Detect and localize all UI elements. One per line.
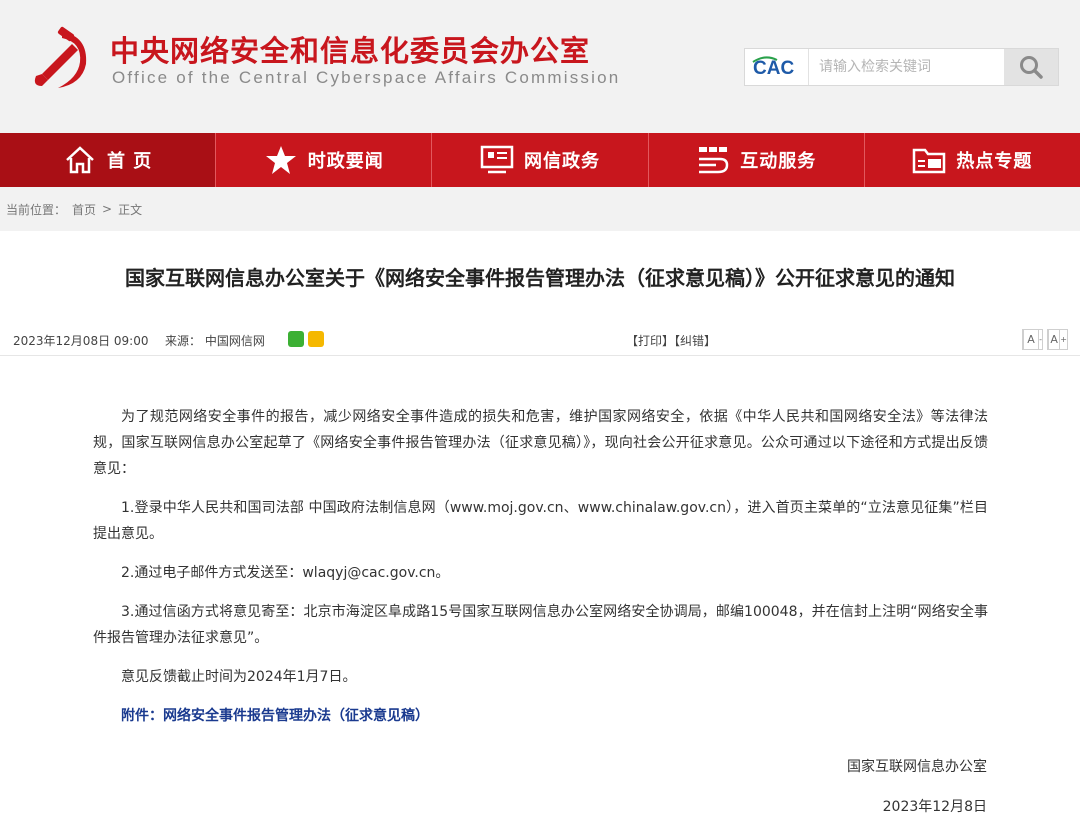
search-icon: [1020, 56, 1043, 79]
wechat-icon[interactable]: [288, 331, 304, 347]
site-header: 中央网络安全和信息化委员会办公室 Office of the Central C…: [0, 0, 1080, 133]
nav-item-label: 热点专题: [956, 151, 1033, 172]
breadcrumb-home-link[interactable]: 首页: [72, 201, 96, 218]
nav-item-news[interactable]: 时政要闻: [215, 133, 431, 187]
paragraph: 为了规范网络安全事件的报告，减少网络安全事件造成的损失和危害，维护国家网络安全，…: [93, 409, 988, 477]
paragraph: 2.通过电子邮件方式发送至：wlaqyj@cac.gov.cn。: [121, 565, 450, 581]
home-icon: [63, 143, 97, 177]
attachment-link[interactable]: 附件：网络安全事件报告管理办法（征求意见稿）: [93, 703, 988, 729]
cac-logo: CAC: [745, 49, 809, 85]
font-size-controls: A- A +: [1022, 329, 1068, 350]
article-body: 为了规范网络安全事件的报告，减少网络安全事件造成的损失和危害，维护国家网络安全，…: [93, 404, 988, 742]
search-box: CAC: [744, 48, 1059, 86]
article-date: 2023年12月08日 09:00: [13, 334, 149, 348]
svg-text:CAC: CAC: [753, 58, 794, 78]
nav-item-label: 网信政务: [524, 151, 600, 172]
monitor-icon: [480, 143, 514, 177]
breadcrumb-current: 正文: [118, 202, 143, 217]
nav-item-services[interactable]: 互动服务: [647, 133, 864, 187]
site-title-en: Office of the Central Cyberspace Affairs…: [112, 68, 621, 87]
share-icons: [288, 331, 324, 347]
source-label: 来源：: [165, 334, 202, 348]
signature: 国家互联网信息办公室: [847, 759, 987, 775]
paragraph: 意见反馈截止时间为2024年1月7日。: [121, 669, 357, 685]
cac-logo-icon: CAC: [751, 56, 794, 78]
paragraph: 3.通过信函方式将意见寄至：北京市海淀区阜成路15号国家互联网信息办公室网络安全…: [93, 604, 988, 646]
handshake-icon: [696, 143, 730, 177]
article-meta: 2023年12月08日 09:00 来源： 中国网信网 【打印】【纠错】 A- …: [0, 322, 1080, 356]
site-title-cn: 中央网络安全和信息化委员会办公室: [110, 34, 591, 68]
nav-item-topics[interactable]: 热点专题: [863, 133, 1080, 187]
article-title: 国家互联网信息办公室关于《网络安全事件报告管理办法（征求意见稿）》公开征求意见的…: [125, 266, 955, 290]
font-increase-button[interactable]: A +: [1047, 329, 1068, 350]
font-decrease-button[interactable]: A-: [1022, 329, 1043, 350]
party-emblem-icon: [34, 26, 87, 88]
star-icon: [264, 143, 298, 177]
nav-item-home[interactable]: 首 页: [0, 133, 216, 187]
nav-item-affairs[interactable]: 网信政务: [431, 133, 647, 187]
folder-icon: [912, 143, 946, 177]
print-correction-links[interactable]: 【打印】【纠错】: [626, 332, 716, 349]
search-input[interactable]: [811, 49, 1003, 85]
breadcrumb: 当前位置： 首页 > 正文: [0, 187, 1080, 231]
paragraph: 1.登录中华人民共和国司法部 中国政府法制信息网（www.moj.gov.cn、…: [93, 500, 988, 542]
qzone-icon[interactable]: [308, 331, 324, 347]
article-source: 来源： 中国网信网: [165, 332, 265, 349]
nav-item-label: 首 页: [106, 151, 153, 172]
nav-item-label: 互动服务: [740, 151, 817, 172]
breadcrumb-prefix: 当前位置：: [6, 202, 67, 217]
nav-item-label: 时政要闻: [307, 151, 384, 172]
main-nav: 首 页 时政要闻 网信政务 互动服务 热点专题: [0, 133, 1080, 187]
signature-date: 2023年12月8日: [882, 799, 987, 815]
search-button[interactable]: [1004, 49, 1058, 85]
source-value: 中国网信网: [204, 334, 265, 348]
breadcrumb-separator: >: [102, 202, 113, 216]
